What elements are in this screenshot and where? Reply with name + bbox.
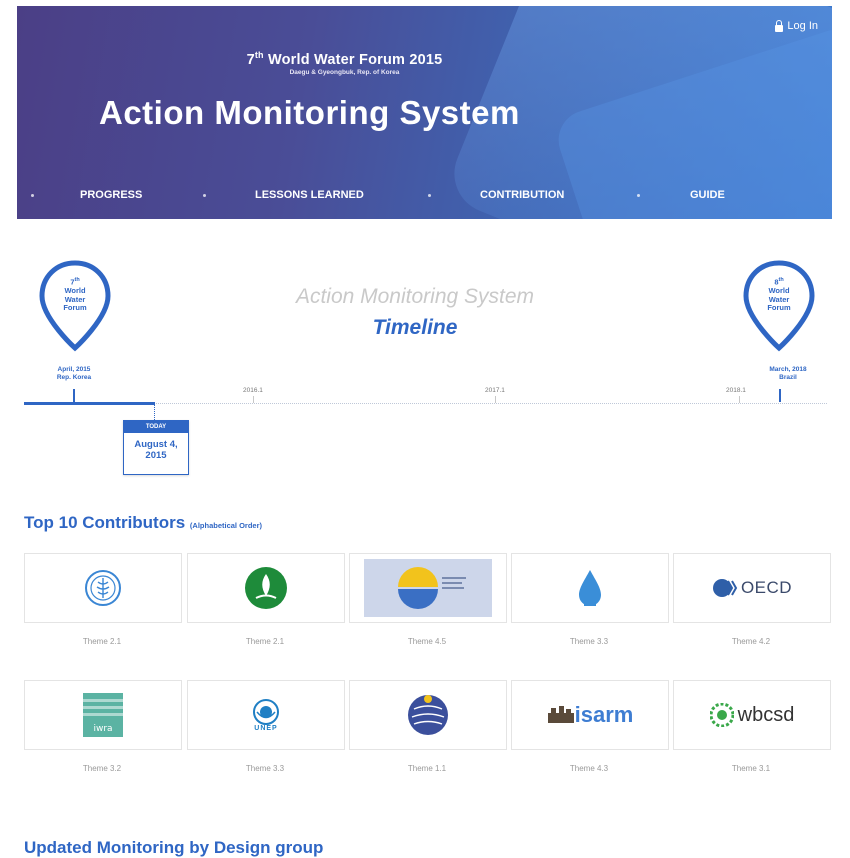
- forum-subtitle: Daegu & Gyeongbuk, Rep. of Korea: [289, 69, 400, 76]
- nav-separator: [203, 194, 206, 197]
- main-nav: PROGRESS LESSONS LEARNED CONTRIBUTION GU…: [17, 184, 832, 214]
- contributor-card[interactable]: isarm: [511, 680, 669, 750]
- year-label: 2018.1: [726, 387, 746, 394]
- contributor-theme: Theme 3.2: [82, 764, 122, 773]
- nav-separator: [31, 194, 34, 197]
- nav-progress[interactable]: PROGRESS: [80, 189, 142, 201]
- contributor-theme: Theme 4.5: [407, 637, 447, 646]
- start-pin: 7th World Water Forum: [38, 260, 112, 352]
- year-tick: [739, 396, 740, 403]
- contributor-theme: Theme 4.3: [569, 764, 609, 773]
- unep-emblem-icon: [253, 698, 279, 725]
- start-date: April, 2015 Rep. Korea: [56, 366, 92, 381]
- svg-text:iwra: iwra: [93, 724, 112, 734]
- end-pin-label: 8th World Water Forum: [767, 277, 791, 312]
- oecd-globe-icon: [712, 579, 738, 597]
- year-label: 2016.1: [243, 387, 263, 394]
- iwra-logo-icon: iwra: [83, 693, 123, 737]
- contributor-theme: Theme 3.3: [569, 637, 609, 646]
- nav-separator: [428, 194, 431, 197]
- banner-logo-icon: [364, 559, 492, 617]
- login-label: Log In: [787, 20, 818, 32]
- gwp-logo-icon: [245, 567, 287, 609]
- timeline-caption: Action Monitoring System: [295, 285, 535, 308]
- header-banner: Log In 7th World Water Forum 2015 Daegu …: [17, 6, 832, 219]
- contributor-card[interactable]: [349, 553, 507, 623]
- contributors-heading: Top 10 Contributors (Alphabetical Order): [24, 513, 263, 532]
- timeline-start-tick: [73, 389, 75, 402]
- nav-separator: [637, 194, 640, 197]
- year-label: 2017.1: [485, 387, 505, 394]
- contributor-card[interactable]: [349, 680, 507, 750]
- water-drop-logo-icon: [579, 570, 601, 606]
- isarm-emblem-icon: [547, 706, 574, 723]
- year-tick: [495, 396, 496, 403]
- nav-contribution[interactable]: CONTRIBUTION: [480, 189, 564, 201]
- contributor-theme: Theme 2.1: [82, 637, 122, 646]
- contributors-note: (Alphabetical Order): [189, 521, 263, 530]
- wbcsd-emblem-icon: [709, 703, 734, 727]
- contributor-card[interactable]: [187, 553, 345, 623]
- contributor-theme: Theme 3.3: [245, 764, 285, 773]
- oecd-logo: OECD: [712, 577, 792, 599]
- lock-icon: [775, 19, 784, 32]
- login-link[interactable]: Log In: [775, 19, 818, 32]
- contributor-card[interactable]: iwra: [24, 680, 182, 750]
- contributor-theme: Theme 3.1: [731, 764, 771, 773]
- unep-logo: UNEP: [253, 698, 279, 732]
- timeline-title: Timeline: [372, 316, 458, 339]
- contributor-card[interactable]: OECD: [673, 553, 831, 623]
- timeline-progress-bar: [24, 402, 155, 405]
- contributor-card[interactable]: wbcsd: [673, 680, 831, 750]
- contributor-card[interactable]: [24, 553, 182, 623]
- year-tick: [253, 396, 254, 403]
- contributor-card[interactable]: [511, 553, 669, 623]
- nav-guide[interactable]: GUIDE: [690, 189, 725, 201]
- fao-logo-icon: [85, 570, 121, 606]
- contributor-theme: Theme 4.2: [731, 637, 771, 646]
- isarm-logo: isarm: [547, 702, 633, 728]
- end-pin: 8th World Water Forum: [742, 260, 816, 352]
- nav-lessons-learned[interactable]: LESSONS LEARNED: [255, 189, 364, 201]
- today-marker: TODAY August 4, 2015: [123, 420, 189, 475]
- contributor-card[interactable]: UNEP: [187, 680, 345, 750]
- today-label: TODAY: [124, 421, 188, 433]
- today-connector: [154, 403, 156, 420]
- today-date: August 4, 2015: [134, 439, 178, 461]
- contributor-theme: Theme 1.1: [407, 764, 447, 773]
- globe-logo-icon: [408, 695, 448, 735]
- contributor-theme: Theme 2.1: [245, 637, 285, 646]
- start-pin-label: 7th World Water Forum: [63, 277, 87, 312]
- timeline-end-tick: [779, 389, 781, 402]
- end-date: March, 2018 Brazil: [769, 366, 807, 381]
- forum-title: 7th World Water Forum 2015: [246, 50, 443, 68]
- updated-monitoring-heading: Updated Monitoring by Design group: [24, 838, 324, 857]
- app-title: Action Monitoring System: [99, 94, 520, 131]
- wbcsd-logo: wbcsd: [709, 703, 794, 727]
